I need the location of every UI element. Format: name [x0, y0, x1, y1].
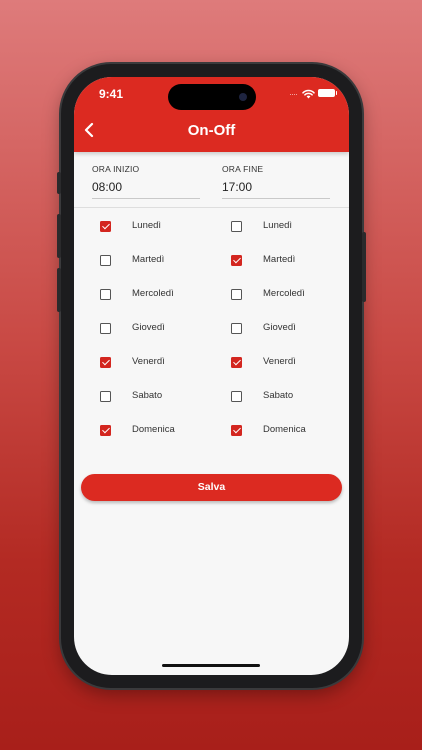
- screen: 9:41 ···· On-Off ORA INIZIO 08:00 ORA FI…: [74, 77, 349, 675]
- checkbox[interactable]: [100, 391, 111, 402]
- wifi-icon: [302, 89, 315, 99]
- checkbox[interactable]: [231, 221, 242, 232]
- signal-dots-icon: ····: [289, 89, 298, 99]
- checkbox[interactable]: [100, 323, 111, 334]
- start-time-field[interactable]: ORA INIZIO 08:00: [92, 164, 200, 199]
- phone-frame: 9:41 ···· On-Off ORA INIZIO 08:00 ORA FI…: [57, 64, 366, 688]
- start-time-label: ORA INIZIO: [92, 164, 140, 174]
- checkbox[interactable]: [100, 221, 111, 232]
- page-title: On-Off: [187, 122, 236, 139]
- day-label: Martedì: [132, 254, 165, 265]
- checkbox[interactable]: [100, 357, 111, 368]
- day-label: Giovedì: [132, 322, 165, 333]
- status-time: 9:41: [99, 87, 124, 101]
- checkbox[interactable]: [231, 323, 242, 334]
- end-time-field[interactable]: ORA FINE 17:00: [222, 164, 330, 199]
- save-button[interactable]: Salva: [81, 474, 342, 501]
- volume-up-button: [57, 214, 61, 258]
- day-label: Sabato: [132, 390, 163, 401]
- checkbox[interactable]: [100, 289, 111, 300]
- battery-icon: [318, 89, 337, 97]
- checkbox[interactable]: [231, 289, 242, 300]
- checkbox[interactable]: [231, 391, 242, 402]
- volume-down-button: [57, 268, 61, 312]
- dynamic-island: [168, 84, 256, 110]
- day-label: Domenica: [263, 424, 306, 435]
- day-label: Domenica: [132, 424, 175, 435]
- day-label: Martedì: [263, 254, 296, 265]
- checkbox[interactable]: [100, 255, 111, 266]
- camera-icon: [239, 93, 247, 101]
- app-header: 9:41 ···· On-Off: [74, 77, 349, 152]
- day-label: Venerdì: [132, 356, 165, 367]
- checkbox[interactable]: [231, 255, 242, 266]
- day-label: Giovedì: [263, 322, 296, 333]
- start-time-input[interactable]: 08:00: [92, 180, 200, 199]
- day-label: Lunedì: [132, 220, 162, 231]
- day-label: Lunedì: [263, 220, 293, 231]
- day-label: Sabato: [263, 390, 294, 401]
- silent-switch: [57, 172, 61, 194]
- day-label: Mercoledì: [132, 288, 174, 299]
- power-button: [362, 232, 366, 302]
- checkbox[interactable]: [231, 357, 242, 368]
- checkbox[interactable]: [231, 425, 242, 436]
- divider: [74, 207, 349, 208]
- day-label: Mercoledì: [263, 288, 305, 299]
- home-indicator: [162, 664, 260, 667]
- checkbox[interactable]: [100, 425, 111, 436]
- end-time-label: ORA FINE: [222, 164, 264, 174]
- end-time-input[interactable]: 17:00: [222, 180, 330, 199]
- day-label: Venerdì: [263, 356, 296, 367]
